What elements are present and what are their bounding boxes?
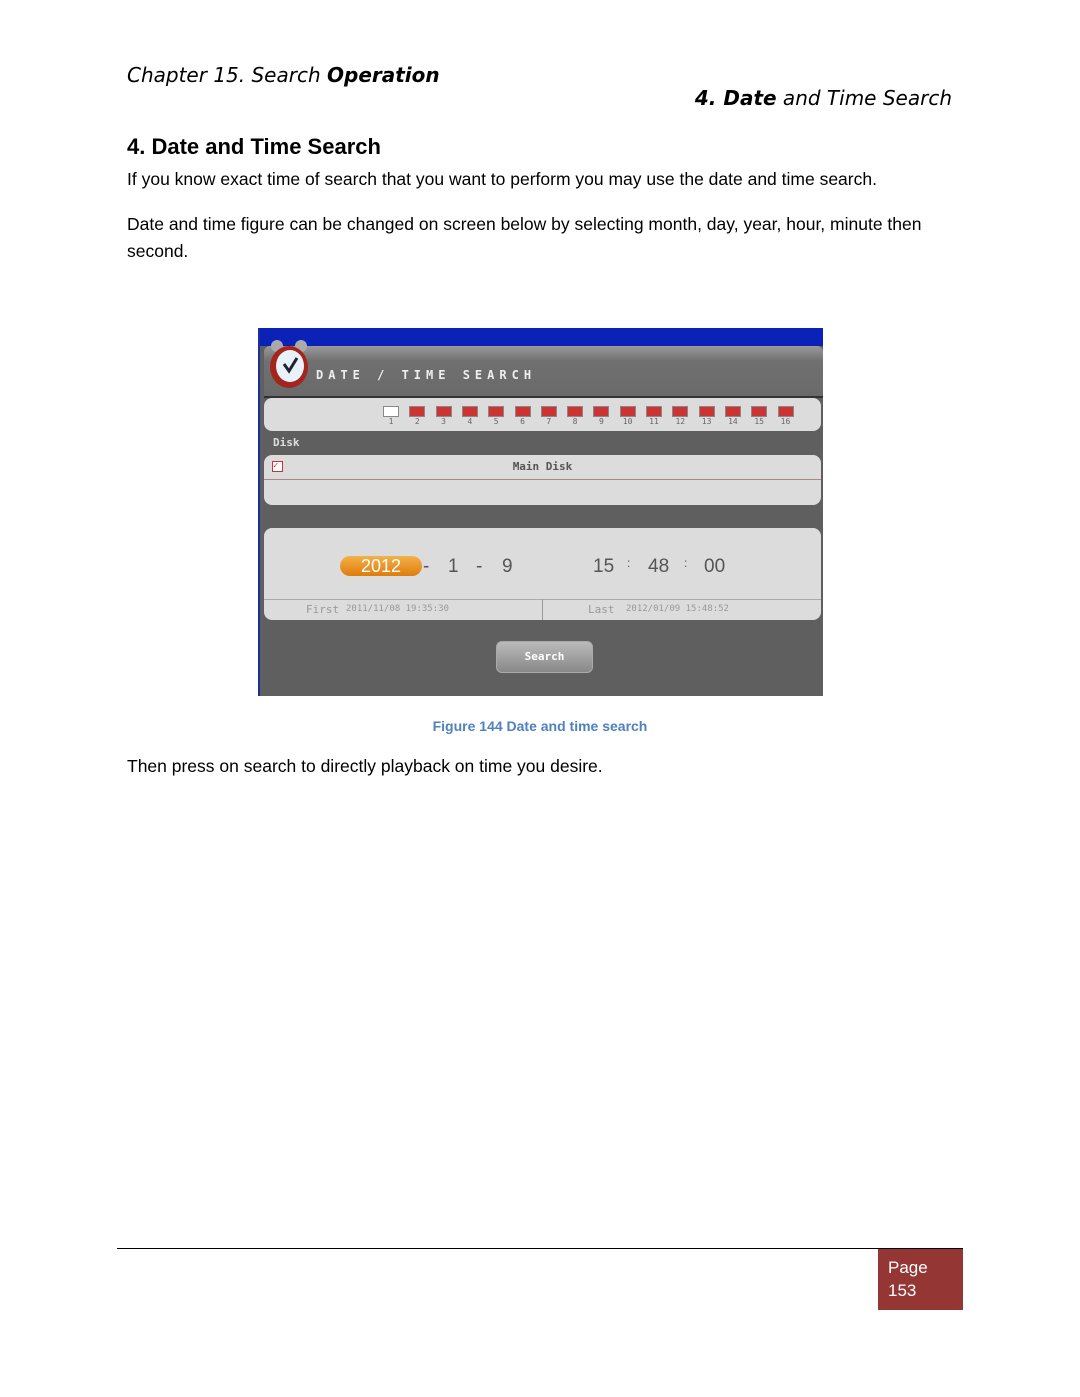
- search-button[interactable]: Search: [496, 641, 593, 673]
- page-number: 153: [888, 1281, 917, 1300]
- channel-number: 12: [675, 417, 686, 426]
- channel-8-toggle[interactable]: 8: [567, 406, 584, 426]
- chapter-text: Chapter 15. Search: [127, 63, 327, 87]
- date-time-search-screenshot: DATE / TIME SEARCH 1 2 3 4 5 6 7 8 9 10 11 12 13 14 15…: [258, 328, 823, 696]
- channel-number: 4: [467, 417, 473, 426]
- chapter-bold: Operation: [327, 63, 440, 87]
- camera-icon: [383, 406, 399, 417]
- footer-divider: [117, 1248, 963, 1249]
- separator: -: [423, 556, 430, 577]
- channel-6-toggle[interactable]: 6: [514, 406, 531, 426]
- disk-list: ✓ Main Disk: [264, 455, 821, 505]
- first-label: First: [306, 603, 340, 616]
- camera-icon: [409, 406, 426, 417]
- channel-2-toggle[interactable]: 2: [409, 406, 426, 426]
- last-record-time: 2012/01/09 15:48:52: [626, 604, 729, 614]
- month-field[interactable]: 1: [448, 556, 459, 578]
- camera-icon: [672, 406, 689, 417]
- paragraph: If you know exact time of search that yo…: [127, 169, 877, 189]
- page-label: Page: [888, 1258, 928, 1277]
- channel-7-toggle[interactable]: 7: [540, 406, 557, 426]
- channel-10-toggle[interactable]: 10: [619, 406, 636, 426]
- dialog-title: DATE / TIME SEARCH: [316, 368, 537, 382]
- camera-icon: [488, 406, 505, 417]
- window-titlebar: [260, 328, 823, 346]
- section-heading: 4. Date and Time Search: [127, 134, 381, 159]
- disk-name[interactable]: Main Disk: [264, 460, 821, 473]
- camera-icon: [698, 406, 715, 417]
- paragraph: Then press on search to directly playbac…: [127, 756, 603, 776]
- channel-number: 11: [649, 417, 659, 426]
- day-field[interactable]: 9: [502, 556, 513, 578]
- channel-number: 5: [493, 417, 499, 426]
- camera-icon: [567, 406, 584, 417]
- camera-icon: [751, 406, 768, 417]
- channel-4-toggle[interactable]: 4: [461, 406, 478, 426]
- channel-16-toggle[interactable]: 16: [777, 406, 794, 426]
- camera-icon: [619, 406, 636, 417]
- channel-number: 16: [780, 417, 791, 426]
- camera-icon: [461, 406, 478, 417]
- channel-1-toggle[interactable]: 1: [383, 406, 399, 426]
- camera-icon: [540, 406, 557, 417]
- hour-field[interactable]: 15: [593, 556, 614, 578]
- separator: :: [627, 556, 631, 570]
- disk-label: Disk: [273, 436, 300, 449]
- channel-number: 2: [414, 417, 420, 426]
- alarm-clock-icon: [270, 340, 308, 388]
- channel-number: 3: [441, 417, 446, 426]
- last-label: Last: [588, 603, 615, 616]
- separator: :: [684, 556, 688, 570]
- camera-icon: [435, 406, 452, 417]
- figure-caption: Figure 144 Date and time search: [432, 718, 648, 734]
- chapter-header: Chapter 15. Search Operation: [127, 63, 440, 87]
- channel-13-toggle[interactable]: 13: [698, 406, 715, 426]
- section-bold: 4. Date: [694, 86, 777, 110]
- camera-icon: [724, 406, 741, 417]
- channel-number: 14: [728, 417, 738, 426]
- channel-11-toggle[interactable]: 11: [646, 406, 662, 426]
- camera-icon: [514, 406, 531, 417]
- channel-14-toggle[interactable]: 14: [724, 406, 741, 426]
- channel-number: 7: [546, 417, 552, 426]
- channel-12-toggle[interactable]: 12: [672, 406, 689, 426]
- channel-number: 9: [598, 417, 604, 426]
- channel-5-toggle[interactable]: 5: [488, 406, 505, 426]
- channel-9-toggle[interactable]: 9: [593, 406, 610, 426]
- channel-3-toggle[interactable]: 3: [435, 406, 452, 426]
- channel-number: 8: [572, 417, 578, 426]
- paragraph: Date and time figure can be changed on s…: [127, 214, 922, 261]
- year-field[interactable]: 2012: [340, 556, 422, 576]
- channel-15-toggle[interactable]: 15: [751, 406, 768, 426]
- second-field[interactable]: 00: [704, 556, 725, 578]
- minute-field[interactable]: 48: [648, 556, 669, 578]
- channel-number: 1: [388, 417, 394, 426]
- section-text: and Time Search: [776, 86, 952, 110]
- page-number-box: Page 153: [878, 1249, 963, 1310]
- camera-icon: [777, 406, 794, 417]
- camera-icon: [646, 406, 662, 417]
- first-record-time: 2011/11/08 19:35:30: [346, 604, 449, 614]
- channel-number: 13: [701, 417, 712, 426]
- document-page: Chapter 15. Search Operation 4. Date and…: [0, 0, 1080, 1397]
- section-header: 4. Date and Time Search: [695, 86, 952, 110]
- channel-number: 6: [520, 417, 525, 426]
- channel-number: 15: [754, 417, 764, 426]
- channel-number: 10: [622, 417, 633, 426]
- camera-icon: [593, 406, 610, 417]
- separator: -: [476, 556, 483, 577]
